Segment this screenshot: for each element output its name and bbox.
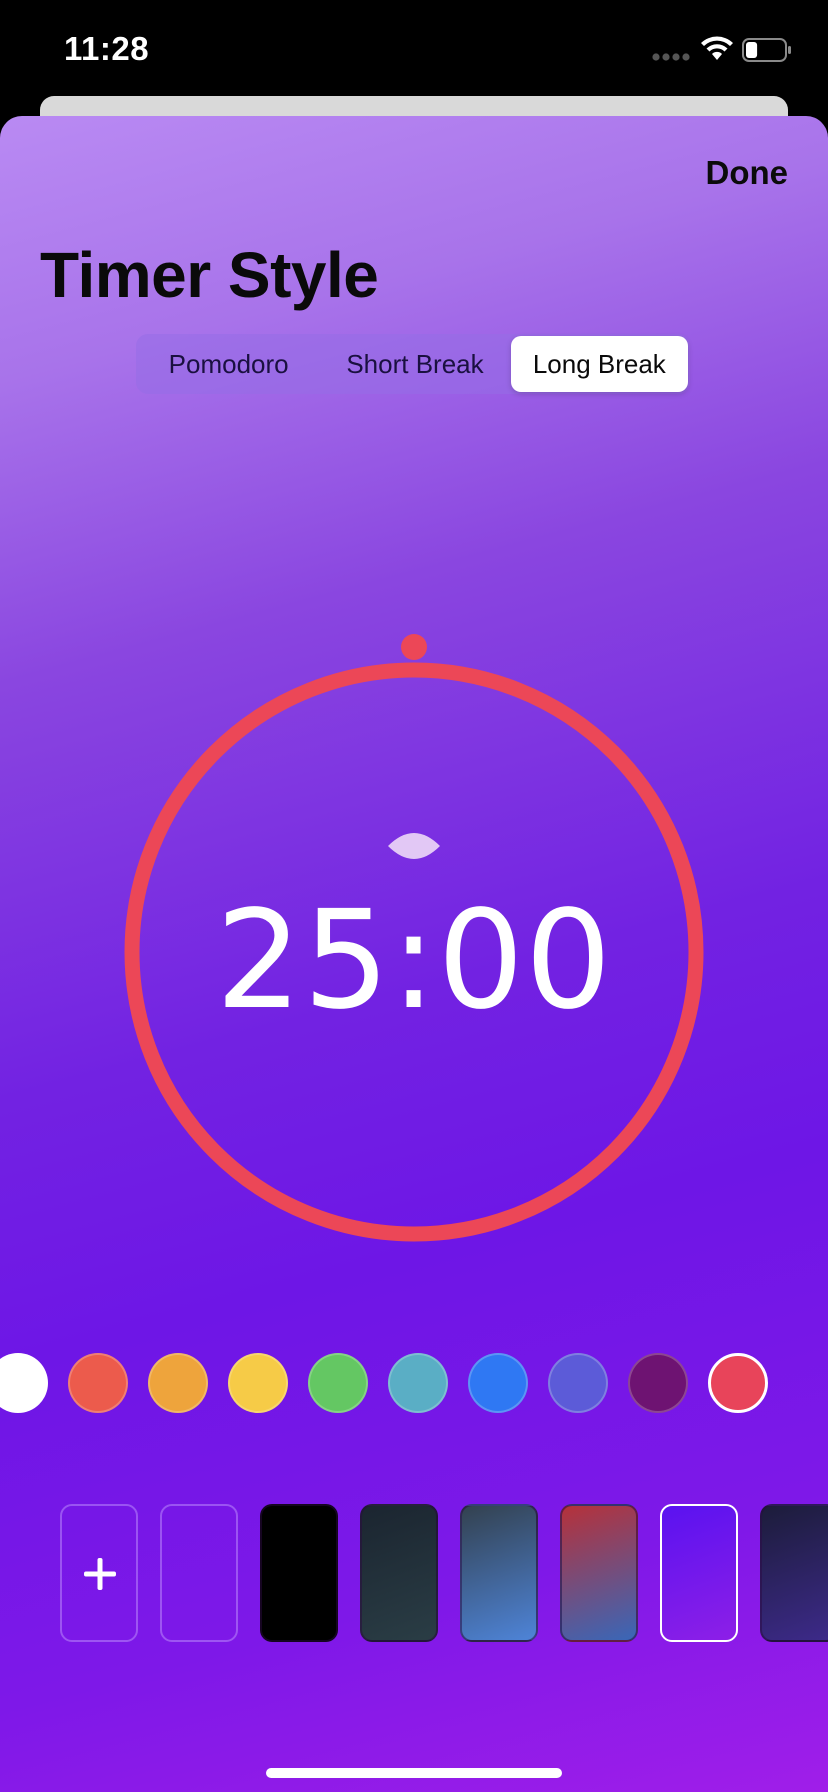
color-swatch-indigo[interactable] bbox=[548, 1353, 608, 1413]
background-tile-dark-slate[interactable] bbox=[360, 1504, 438, 1642]
lens-icon bbox=[388, 833, 440, 859]
timer-style-sheet: Done Timer Style Pomodoro Short Break Lo… bbox=[0, 116, 828, 1792]
color-swatch-yellow[interactable] bbox=[228, 1353, 288, 1413]
signal-icon bbox=[652, 53, 690, 61]
add-background-button[interactable] bbox=[60, 1504, 138, 1642]
segment-pomodoro[interactable]: Pomodoro bbox=[138, 336, 319, 392]
background-tile-row bbox=[0, 1504, 828, 1644]
page-title: Timer Style bbox=[40, 239, 379, 311]
done-button[interactable]: Done bbox=[706, 154, 789, 192]
home-indicator[interactable] bbox=[266, 1768, 562, 1778]
background-tile-clear[interactable] bbox=[160, 1504, 238, 1642]
segment-long-break[interactable]: Long Break bbox=[510, 336, 688, 392]
background-tile-red-blue[interactable] bbox=[560, 1504, 638, 1642]
background-tile-midnight[interactable] bbox=[760, 1504, 828, 1642]
wifi-icon bbox=[701, 36, 733, 60]
color-swatch-plum[interactable] bbox=[628, 1353, 688, 1413]
color-swatch-white[interactable] bbox=[0, 1353, 48, 1413]
color-swatch-blue[interactable] bbox=[468, 1353, 528, 1413]
color-swatch-teal[interactable] bbox=[388, 1353, 448, 1413]
status-bar: 11:28 bbox=[0, 0, 828, 100]
color-swatch-row bbox=[0, 1353, 828, 1417]
background-tile-violet[interactable] bbox=[660, 1504, 738, 1642]
timer-progress-handle[interactable] bbox=[401, 634, 427, 660]
status-time: 11:28 bbox=[64, 30, 150, 67]
battery-icon bbox=[742, 38, 791, 62]
timer-display: 25:00 bbox=[215, 882, 613, 1040]
color-swatch-pink-red[interactable] bbox=[708, 1353, 768, 1413]
color-swatch-red[interactable] bbox=[68, 1353, 128, 1413]
segment-short-break[interactable]: Short Break bbox=[319, 336, 510, 392]
background-tile-black[interactable] bbox=[260, 1504, 338, 1642]
color-swatch-green[interactable] bbox=[308, 1353, 368, 1413]
plus-icon bbox=[84, 1558, 116, 1590]
background-tile-slate-blue[interactable] bbox=[460, 1504, 538, 1642]
mode-segmented-control: Pomodoro Short Break Long Break bbox=[136, 334, 690, 394]
color-swatch-orange[interactable] bbox=[148, 1353, 208, 1413]
